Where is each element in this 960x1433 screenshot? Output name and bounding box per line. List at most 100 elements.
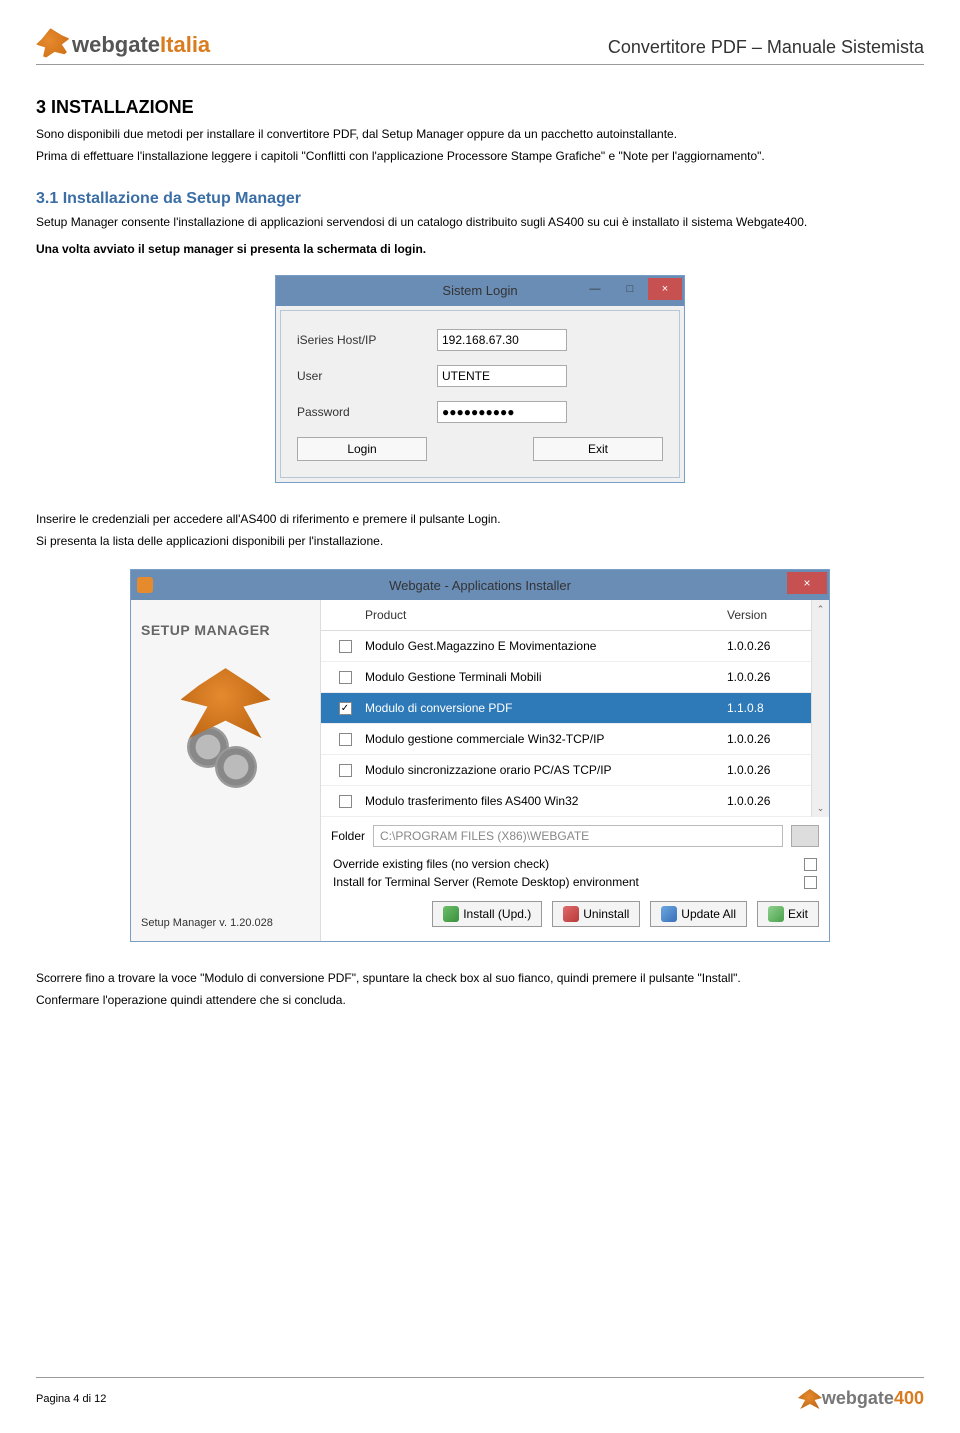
uninstall-label: Uninstall	[583, 907, 629, 921]
password-row: Password	[297, 401, 663, 423]
option-terminal-label: Install for Terminal Server (Remote Desk…	[333, 875, 639, 889]
login-button[interactable]: Login	[297, 437, 427, 461]
row-checkbox[interactable]	[339, 764, 352, 777]
uninstall-button[interactable]: Uninstall	[552, 901, 640, 927]
section-title: 3 INSTALLAZIONE	[36, 97, 924, 118]
after-login-p1: Inserire le credenziali per accedere all…	[36, 511, 924, 527]
user-input[interactable]	[437, 365, 567, 387]
row-version: 1.1.0.8	[727, 701, 807, 715]
password-label: Password	[297, 405, 437, 419]
row-product: Modulo trasferimento files AS400 Win32	[365, 794, 727, 808]
scroll-up-icon[interactable]: ⌃	[812, 600, 829, 618]
row-checkbox[interactable]: ✓	[339, 702, 352, 715]
row-version: 1.0.0.26	[727, 639, 807, 653]
row-checkbox[interactable]	[339, 733, 352, 746]
host-input[interactable]	[437, 329, 567, 351]
maximize-icon[interactable]: □	[613, 278, 647, 300]
page-footer: Pagina 4 di 12 webgate400	[36, 1377, 924, 1409]
exit-label: Exit	[788, 907, 808, 921]
update-all-button[interactable]: Update All	[650, 901, 747, 927]
row-product: Modulo Gest.Magazzino E Movimentazione	[365, 639, 727, 653]
host-label: iSeries Host/IP	[297, 333, 437, 347]
butterfly-icon	[34, 25, 73, 60]
footer-logo-b: 400	[894, 1388, 924, 1409]
option-override-label: Override existing files (no version chec…	[333, 857, 549, 871]
installer-dialog: Webgate - Applications Installer × SETUP…	[130, 569, 830, 942]
butterfly-icon	[798, 1389, 822, 1409]
table-row[interactable]: Modulo sincronizzazione orario PC/AS TCP…	[321, 755, 811, 786]
page-header: webgateItalia Convertitore PDF – Manuale…	[36, 28, 924, 65]
gear-icon	[217, 748, 255, 786]
installer-title: Webgate - Applications Installer	[389, 578, 571, 593]
row-product: Modulo gestione commerciale Win32-TCP/IP	[365, 732, 727, 746]
row-version: 1.0.0.26	[727, 763, 807, 777]
install-icon	[443, 906, 459, 922]
row-checkbox[interactable]	[339, 671, 352, 684]
close-icon[interactable]: ×	[787, 572, 827, 594]
footer-logo: webgate400	[796, 1388, 924, 1409]
sub-p2: Una volta avviato il setup manager si pr…	[36, 241, 924, 257]
login-title: Sistem Login	[442, 283, 517, 298]
folder-input[interactable]	[373, 825, 783, 847]
installer-titlebar: Webgate - Applications Installer ×	[131, 570, 829, 600]
close-icon[interactable]: ×	[648, 278, 682, 300]
page: webgateItalia Convertitore PDF – Manuale…	[0, 0, 960, 1433]
exit-button[interactable]: Exit	[757, 901, 819, 927]
option-terminal-checkbox[interactable]	[804, 876, 817, 889]
login-dialog: Sistem Login — □ × iSeries Host/IP User …	[275, 275, 685, 483]
row-version: 1.0.0.26	[727, 794, 807, 808]
option-override-checkbox[interactable]	[804, 858, 817, 871]
row-product: Modulo di conversione PDF	[365, 701, 727, 715]
sidebar-art	[141, 668, 310, 786]
option-override-row: Override existing files (no version chec…	[321, 855, 829, 873]
list-wrap: Product Version Modulo Gest.Magazzino E …	[321, 600, 829, 817]
table-row[interactable]: Modulo Gest.Magazzino E Movimentazione1.…	[321, 631, 811, 662]
tail-p2: Confermare l'operazione quindi attendere…	[36, 992, 924, 1008]
window-controls: — □ ×	[578, 278, 682, 300]
app-icon	[137, 577, 153, 593]
password-input[interactable]	[437, 401, 567, 423]
row-checkbox[interactable]	[339, 640, 352, 653]
table-row[interactable]: ✓ Modulo di conversione PDF1.1.0.8	[321, 693, 811, 724]
row-product: Modulo sincronizzazione orario PC/AS TCP…	[365, 763, 727, 777]
after-login-p2: Si presenta la lista delle applicazioni …	[36, 533, 924, 549]
row-checkbox[interactable]	[339, 795, 352, 808]
tail-p1: Scorrere fino a trovare la voce "Modulo …	[36, 970, 924, 986]
login-buttons: Login Exit	[297, 437, 663, 461]
table-row[interactable]: Modulo Gestione Terminali Mobili1.0.0.26	[321, 662, 811, 693]
install-button[interactable]: Install (Upd.)	[432, 901, 542, 927]
col-product: Product	[365, 608, 727, 622]
table-row[interactable]: Modulo trasferimento files AS400 Win321.…	[321, 786, 811, 817]
row-version: 1.0.0.26	[727, 732, 807, 746]
subsection-title: 3.1 Installazione da Setup Manager	[36, 190, 924, 208]
installer-main: Product Version Modulo Gest.Magazzino E …	[321, 600, 829, 941]
host-row: iSeries Host/IP	[297, 329, 663, 351]
minimize-icon[interactable]: —	[578, 278, 612, 300]
intro-2: Prima di effettuare l'installazione legg…	[36, 148, 924, 164]
sidebar-brand: SETUP MANAGER	[141, 622, 310, 638]
list-header: Product Version	[321, 600, 811, 631]
browse-icon[interactable]	[791, 825, 819, 847]
exit-icon	[768, 906, 784, 922]
folder-label: Folder	[331, 829, 365, 843]
exit-button[interactable]: Exit	[533, 437, 663, 461]
scrollbar[interactable]: ⌃ ⌄	[811, 600, 829, 817]
product-list: Product Version Modulo Gest.Magazzino E …	[321, 600, 811, 817]
table-row[interactable]: Modulo gestione commerciale Win32-TCP/IP…	[321, 724, 811, 755]
logo-left: webgateItalia	[36, 28, 210, 58]
doc-title: Convertitore PDF – Manuale Sistemista	[608, 37, 924, 58]
butterfly-icon	[181, 668, 271, 738]
uninstall-icon	[563, 906, 579, 922]
intro-1: Sono disponibili due metodi per installa…	[36, 126, 924, 142]
col-version: Version	[727, 608, 807, 622]
scroll-down-icon[interactable]: ⌄	[812, 799, 829, 817]
installer-actions: Install (Upd.) Uninstall Update All Exit	[321, 891, 829, 933]
user-label: User	[297, 369, 437, 383]
sidebar-version: Setup Manager v. 1.20.028	[141, 917, 310, 929]
update-icon	[661, 906, 677, 922]
row-product: Modulo Gestione Terminali Mobili	[365, 670, 727, 684]
folder-row: Folder	[321, 817, 829, 855]
installer-body: SETUP MANAGER Setup Manager v. 1.20.028 …	[131, 600, 829, 941]
option-terminal-row: Install for Terminal Server (Remote Desk…	[321, 873, 829, 891]
login-titlebar: Sistem Login — □ ×	[276, 276, 684, 306]
